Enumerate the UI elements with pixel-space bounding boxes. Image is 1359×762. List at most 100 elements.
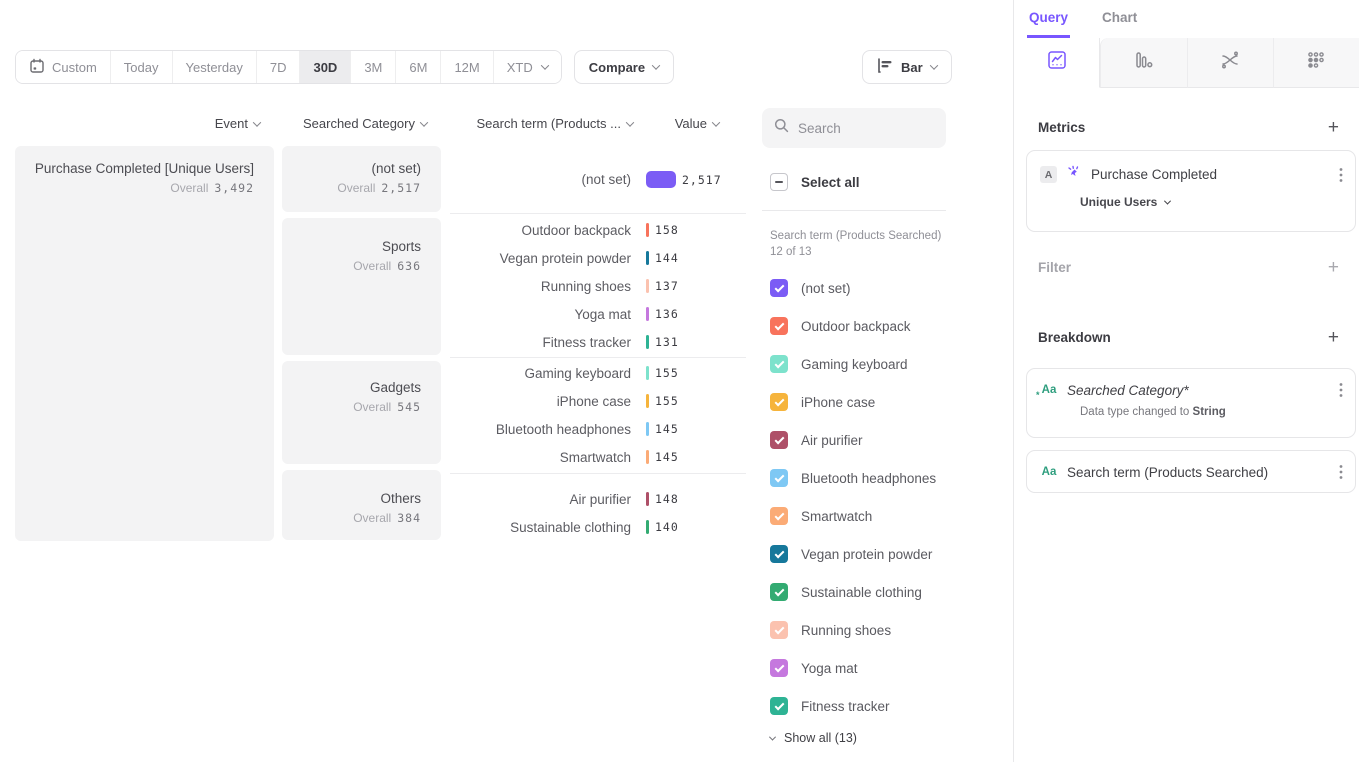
date-range-today[interactable]: Today — [111, 51, 173, 83]
value-text: 148 — [655, 492, 679, 506]
table-row[interactable]: iPhone case155 — [450, 387, 746, 415]
segment-item-sustainable-clothing[interactable]: Sustainable clothing — [770, 573, 936, 611]
value-cell: 145 — [646, 450, 746, 464]
search-icon — [774, 118, 789, 138]
table-row[interactable]: Fitness tracker131 — [450, 328, 746, 356]
date-range-3m[interactable]: 3M — [351, 51, 396, 83]
table-row[interactable]: Yoga mat136 — [450, 300, 746, 328]
checkbox[interactable] — [770, 355, 788, 373]
checkbox[interactable] — [770, 545, 788, 563]
checkbox[interactable] — [770, 279, 788, 297]
add-filter-button[interactable]: + — [1328, 258, 1339, 277]
table-row[interactable]: Outdoor backpack158 — [450, 216, 746, 244]
select-all-label: Select all — [801, 175, 860, 190]
segment-item-label: iPhone case — [801, 395, 875, 410]
checkbox[interactable] — [770, 469, 788, 487]
date-range-30d[interactable]: 30D — [300, 51, 351, 83]
table-row[interactable]: Running shoes137 — [450, 272, 746, 300]
segment-item-gaming-keyboard[interactable]: Gaming keyboard — [770, 345, 936, 383]
checkbox[interactable] — [770, 659, 788, 677]
report-tab-flows[interactable] — [1187, 38, 1273, 88]
table-row[interactable]: (not set)2,517 — [450, 161, 746, 199]
column-header-event[interactable]: Event — [15, 116, 260, 131]
date-range-label: 12M — [454, 60, 479, 75]
checkbox[interactable] — [770, 431, 788, 449]
select-all-row[interactable]: Select all — [770, 173, 860, 191]
segment-item-label: Outdoor backpack — [801, 319, 911, 334]
search-term-label: Air purifier — [450, 492, 646, 507]
checkbox[interactable] — [770, 507, 788, 525]
select-all-checkbox[interactable] — [770, 173, 788, 191]
search-box[interactable] — [762, 108, 946, 148]
checkbox[interactable] — [770, 393, 788, 411]
segment-item-iphone-case[interactable]: iPhone case — [770, 383, 936, 421]
value-text: 155 — [655, 366, 679, 380]
table-row[interactable]: Smartwatch145 — [450, 443, 746, 471]
date-range-custom[interactable]: Custom — [16, 51, 111, 83]
breakdown-card[interactable]: Aa Search term (Products Searched) — [1026, 450, 1356, 493]
date-range-12m[interactable]: 12M — [441, 51, 493, 83]
value-bar — [646, 251, 649, 265]
segment-item-vegan-protein-powder[interactable]: Vegan protein powder — [770, 535, 936, 573]
segment-item-label: Smartwatch — [801, 509, 872, 524]
column-header-search-term[interactable]: Search term (Products ... — [450, 116, 633, 131]
table-row[interactable]: Gaming keyboard155 — [450, 359, 746, 387]
segment-item-fitness-tracker[interactable]: Fitness tracker — [770, 687, 936, 725]
term-group: (not set)2,517 — [450, 146, 746, 213]
table-row[interactable]: Vegan protein powder144 — [450, 244, 746, 272]
date-range-6m[interactable]: 6M — [396, 51, 441, 83]
segment-item--not-set-[interactable]: (not set) — [770, 269, 936, 307]
value-cell: 136 — [646, 307, 746, 321]
chevron-down-icon — [1164, 197, 1171, 204]
value-bar — [646, 422, 649, 436]
checkbox[interactable] — [770, 697, 788, 715]
add-metric-button[interactable]: + — [1328, 118, 1339, 137]
search-input[interactable] — [798, 121, 928, 136]
segment-item-outdoor-backpack[interactable]: Outdoor backpack — [770, 307, 936, 345]
segment-list-label: Search term (Products Searched) 12 of 13 — [770, 228, 942, 260]
add-breakdown-button[interactable]: + — [1328, 328, 1339, 347]
value-text: 155 — [655, 394, 679, 408]
table-row[interactable]: Air purifier 148 — [450, 485, 746, 513]
metric-aggregation-dropdown[interactable]: Unique Users — [1080, 195, 1343, 209]
value-text: 145 — [655, 422, 679, 436]
breakdown-card[interactable]: Aa* Searched Category* Data type changed… — [1026, 368, 1356, 438]
tab-chart[interactable]: Chart — [1100, 0, 1139, 38]
checkbox[interactable] — [770, 583, 788, 601]
report-tab-retention[interactable] — [1273, 38, 1359, 88]
kebab-menu-icon[interactable] — [1339, 167, 1343, 183]
search-term-column: (not set)2,517 Outdoor backpack158Vegan p… — [450, 146, 746, 545]
column-header-value[interactable]: Value — [655, 116, 719, 131]
check-icon — [774, 472, 784, 482]
date-range-7d[interactable]: 7D — [257, 51, 301, 83]
check-icon — [774, 358, 784, 368]
flows-icon — [1219, 49, 1241, 76]
column-header-searched-category[interactable]: Searched Category — [282, 116, 427, 131]
segment-item-smartwatch[interactable]: Smartwatch — [770, 497, 936, 535]
checkbox[interactable] — [770, 621, 788, 639]
report-tab-insights[interactable] — [1014, 38, 1100, 88]
check-icon — [774, 624, 784, 634]
metric-series-badge: A — [1040, 166, 1057, 183]
segment-item-yoga-mat[interactable]: Yoga mat — [770, 649, 936, 687]
tab-query[interactable]: Query — [1027, 0, 1070, 38]
value-cell: 2,517 — [646, 171, 746, 188]
segment-item-label: Air purifier — [801, 433, 863, 448]
date-range-yesterday[interactable]: Yesterday — [173, 51, 257, 83]
show-all-toggle[interactable]: Show all (13) — [770, 731, 857, 745]
date-range-xtd[interactable]: XTD — [494, 51, 561, 83]
segment-item-air-purifier[interactable]: Air purifier — [770, 421, 936, 459]
table-row[interactable]: Sustainable clothing140 — [450, 513, 746, 541]
value-text: 140 — [655, 520, 679, 534]
category-cell: OthersOverall384 — [282, 470, 441, 540]
checkbox[interactable] — [770, 317, 788, 335]
metric-card[interactable]: A Purchase Completed Unique Users — [1026, 150, 1356, 232]
table-row[interactable]: Bluetooth headphones145 — [450, 415, 746, 443]
compare-button[interactable]: Compare — [574, 50, 674, 84]
segment-item-bluetooth-headphones[interactable]: Bluetooth headphones — [770, 459, 936, 497]
kebab-menu-icon[interactable] — [1339, 464, 1343, 480]
event-cell: Purchase Completed [Unique Users] Overal… — [15, 146, 274, 541]
report-tab-funnels[interactable] — [1100, 38, 1186, 88]
segment-item-running-shoes[interactable]: Running shoes — [770, 611, 936, 649]
kebab-menu-icon[interactable] — [1339, 382, 1343, 398]
